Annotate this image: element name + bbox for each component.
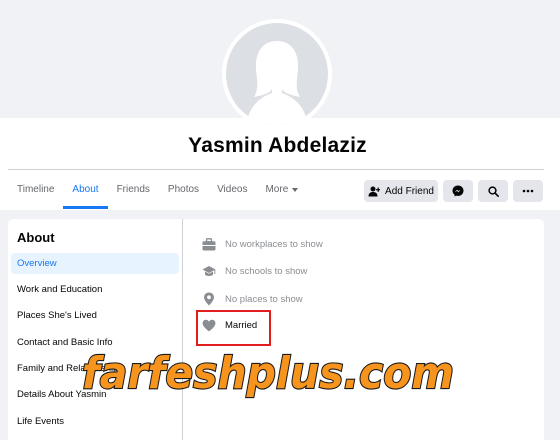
- tab-photos[interactable]: Photos: [159, 171, 208, 209]
- watermark-text: farfeshplus.com: [82, 348, 454, 399]
- location-pin-icon: [204, 292, 214, 306]
- about-title: About: [17, 230, 55, 245]
- overview-row-workplaces: No workplaces to show: [202, 238, 323, 251]
- avatar[interactable]: [226, 23, 328, 125]
- watermark-logo: farfeshplus.com: [81, 347, 455, 400]
- overview-row-places: No places to show: [202, 292, 303, 306]
- overview-row-text: No places to show: [225, 293, 303, 305]
- sidebar-item-places-lived[interactable]: Places She's Lived: [11, 305, 179, 326]
- header-divider: [8, 169, 544, 170]
- tab-videos[interactable]: Videos: [208, 171, 256, 209]
- tab-label: Timeline: [17, 184, 55, 195]
- more-options-button[interactable]: [513, 180, 543, 202]
- about-panel: About Overview Work and Education Places…: [8, 219, 544, 440]
- tab-label: About: [72, 184, 99, 195]
- tab-about[interactable]: About: [63, 171, 108, 209]
- sidebar-item-work-education[interactable]: Work and Education: [11, 279, 179, 300]
- profile-name: Yasmin Abdelaziz: [188, 134, 367, 157]
- sidebar-item-life-events[interactable]: Life Events: [11, 411, 179, 432]
- search-button[interactable]: [478, 180, 508, 202]
- tab-label: Photos: [167, 184, 200, 195]
- ellipsis-icon: [522, 189, 534, 193]
- about-sidebar: About Overview Work and Education Places…: [8, 219, 183, 440]
- search-icon: [487, 185, 499, 197]
- briefcase-icon: [202, 238, 216, 251]
- add-friend-button[interactable]: Add Friend: [364, 180, 438, 202]
- tab-more[interactable]: More: [256, 171, 307, 209]
- graduation-cap-icon: [202, 266, 216, 276]
- highlight-box: [196, 310, 271, 346]
- messenger-icon: [452, 185, 464, 197]
- messenger-button[interactable]: [443, 180, 473, 202]
- sidebar-item-overview[interactable]: Overview: [11, 253, 179, 274]
- add-friend-label: Add Friend: [385, 185, 434, 197]
- tab-label: Videos: [217, 184, 248, 195]
- overview-row-text: No workplaces to show: [225, 239, 323, 250]
- tab-label: More: [265, 184, 289, 195]
- tab-label: Friends: [116, 184, 150, 195]
- caret-down-icon: [292, 188, 299, 192]
- tab-friends[interactable]: Friends: [108, 171, 159, 209]
- tab-timeline[interactable]: Timeline: [8, 171, 63, 209]
- overview-row-text: No schools to show: [225, 266, 308, 277]
- overview-row-schools: No schools to show: [202, 265, 307, 278]
- add-friend-icon: [368, 186, 381, 196]
- profile-tabs: Timeline About Friends Photos Videos Mor…: [8, 171, 307, 209]
- default-avatar-icon: [246, 41, 308, 125]
